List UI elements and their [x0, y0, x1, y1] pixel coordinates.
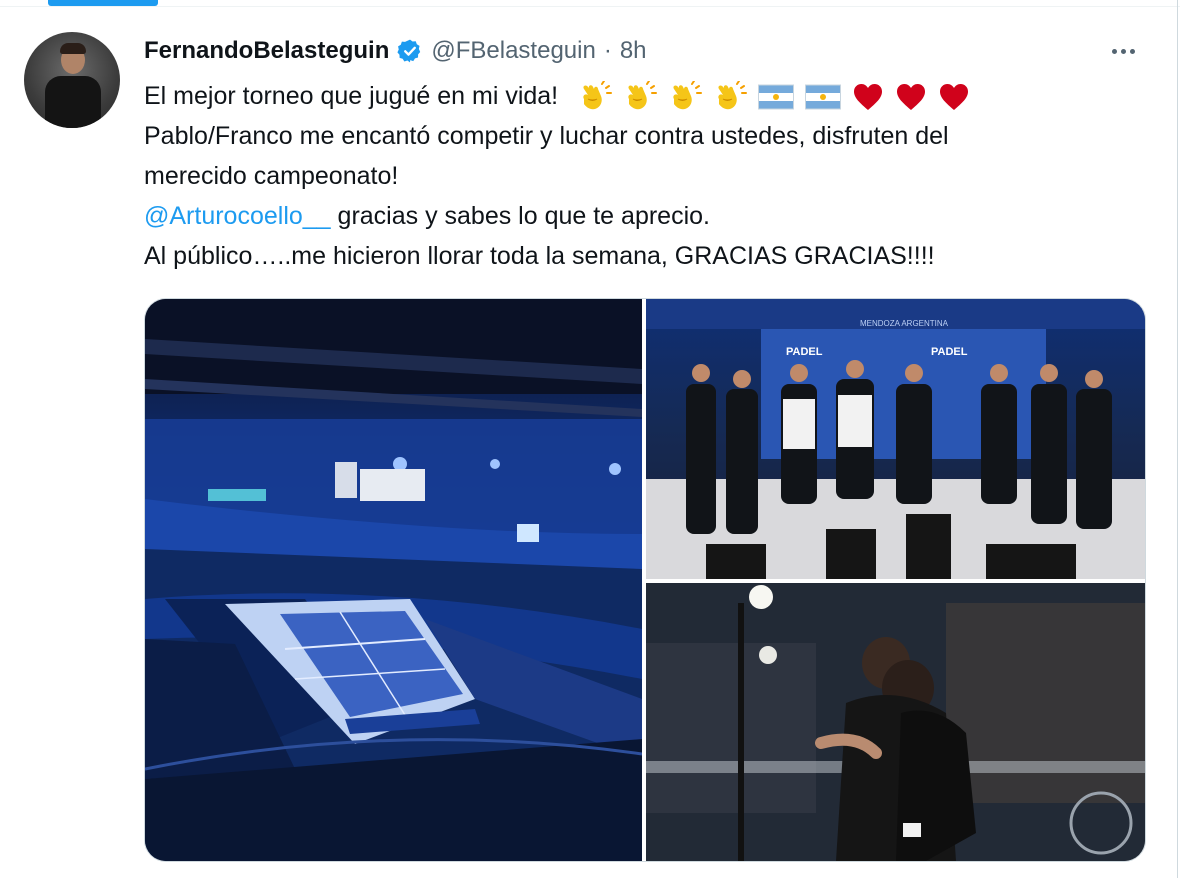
tweet-line-1: El mejor torneo que jugué en mi vida! — [144, 76, 1144, 116]
venue-banner-text: MENDOZA ARGENTINA — [860, 319, 949, 328]
author-handle[interactable]: @FBelasteguin — [431, 37, 595, 65]
tweet-line-3: merecido campeonato! — [144, 162, 399, 190]
media-grid: PADEL PADEL MENDOZA ARGENTINA — [144, 298, 1146, 862]
mention-link[interactable]: @Arturocoello__ — [144, 202, 331, 230]
clapping-hands-icon — [718, 81, 747, 110]
ceremony-illustration — [646, 299, 1145, 579]
banner-text-2: PADEL — [931, 346, 968, 358]
divider — [0, 6, 1180, 7]
avatar-figure-hair — [60, 43, 86, 54]
clapping-hands-icon — [628, 81, 657, 110]
column-border — [1177, 0, 1178, 878]
clapping-hands-icon — [583, 81, 613, 110]
author-name[interactable]: FernandoBelasteguin — [144, 37, 389, 65]
clapping-hands-icon — [673, 81, 702, 110]
argentina-flag-icon — [804, 84, 841, 110]
avatar-figure-body — [45, 76, 101, 128]
dot — [1129, 48, 1135, 54]
red-heart-icon — [853, 84, 882, 111]
red-heart-icon — [939, 84, 968, 111]
tweet-text: El mejor torneo que jugué en mi vida! Pa… — [144, 76, 1144, 276]
argentina-flag-icon — [757, 84, 794, 110]
avatar[interactable] — [24, 32, 120, 128]
photo-arena-court[interactable] — [145, 299, 642, 861]
arena-illustration — [145, 299, 642, 861]
timestamp[interactable]: 8h — [620, 37, 647, 65]
more-options-icon[interactable] — [1106, 36, 1140, 66]
tweet-line-5: Al público…..me hicieron llorar toda la … — [144, 242, 935, 270]
tweet-line-4: @Arturocoello__ gracias y sabes lo que t… — [144, 196, 1144, 236]
banner-text-1: PADEL — [786, 346, 823, 358]
verified-badge-icon — [397, 39, 421, 63]
dot — [1120, 48, 1126, 54]
photo-players-embrace[interactable] — [646, 583, 1145, 861]
tweet-line-2: Pablo/Franco me encantó competir y lucha… — [144, 122, 949, 150]
red-heart-icon — [896, 84, 925, 111]
tweet-line-4-text: gracias y sabes lo que te aprecio. — [330, 202, 710, 230]
photo-trophy-ceremony[interactable]: PADEL PADEL MENDOZA ARGENTINA — [646, 299, 1145, 579]
tweet-text-line-1: El mejor torneo que jugué en mi vida! — [144, 82, 559, 110]
separator-dot: · — [603, 37, 612, 64]
tweet-header: FernandoBelasteguin @FBelasteguin · 8h — [144, 34, 647, 68]
dot — [1111, 48, 1117, 54]
embrace-illustration — [646, 583, 1145, 861]
